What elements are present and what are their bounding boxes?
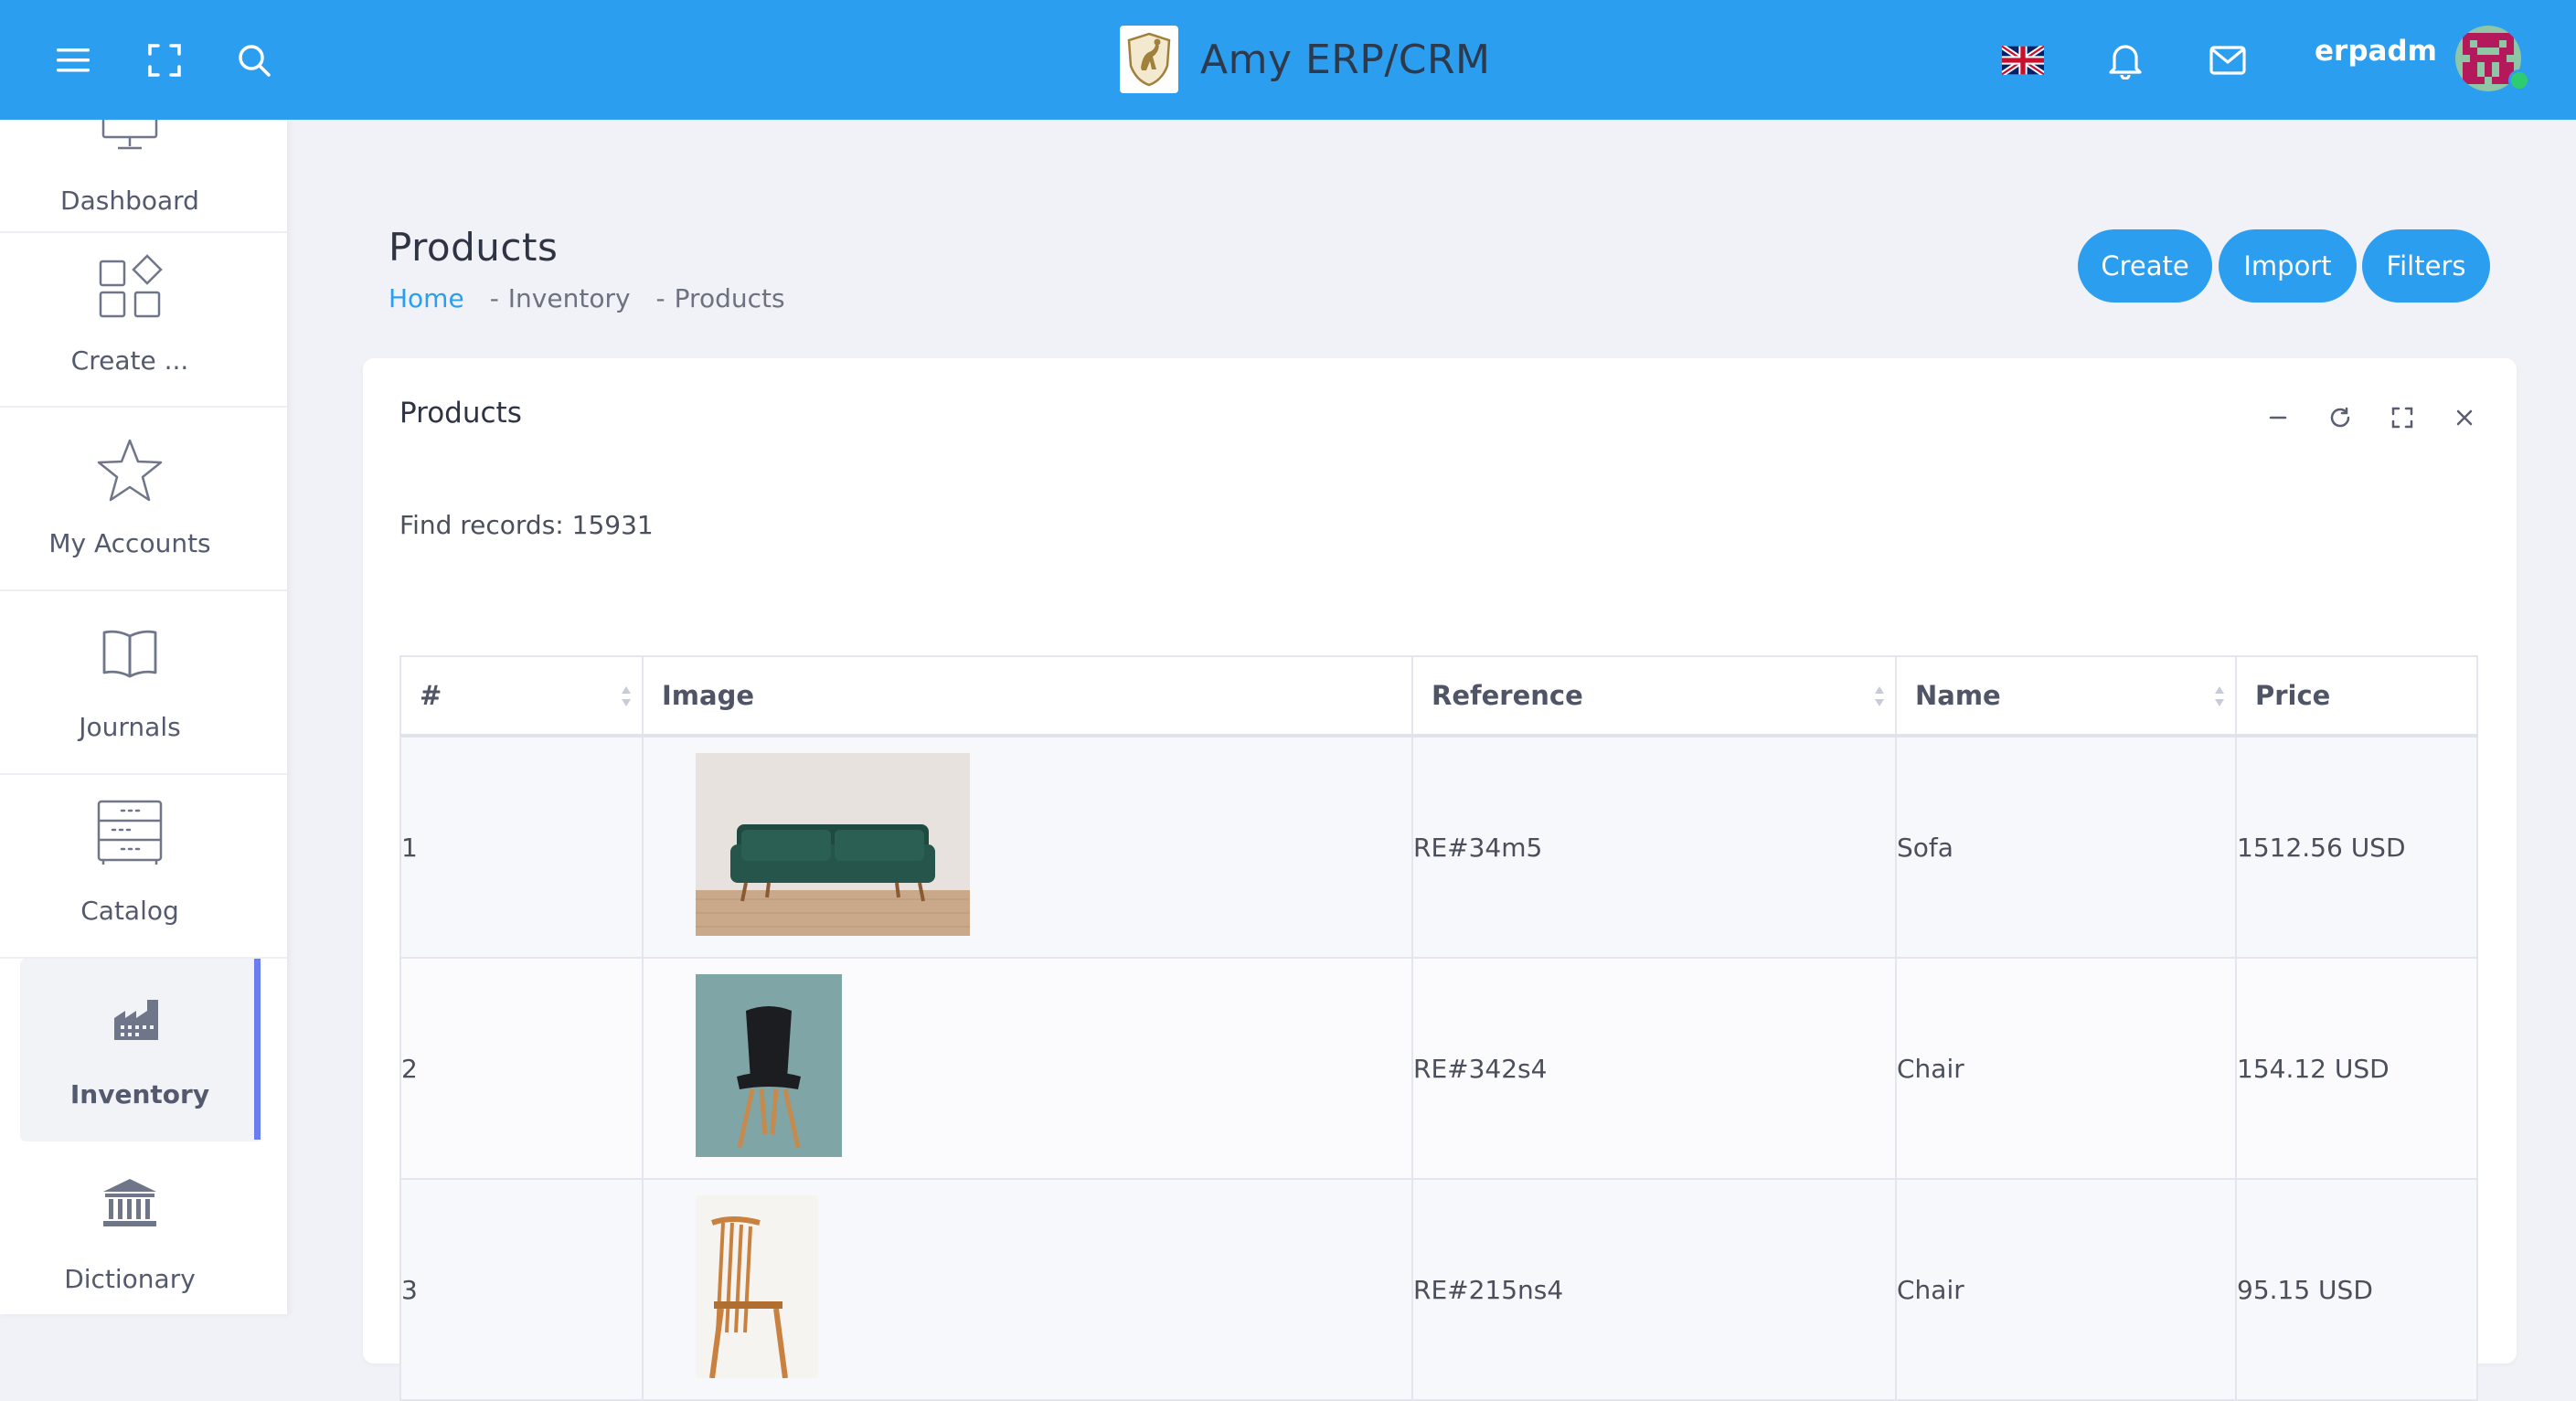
menu-icon[interactable] <box>46 33 101 88</box>
sidebar-item-label: Inventory <box>69 1079 210 1109</box>
cell-name: Chair <box>1895 1178 2237 1401</box>
monitor-icon <box>93 120 166 162</box>
sidebar-item-label: My Accounts <box>48 528 211 558</box>
brand[interactable]: Amy ERP/CRM <box>1120 25 1490 94</box>
sidebar-item-label: Journals <box>79 712 181 742</box>
breadcrumb-products: Products <box>674 283 785 313</box>
sidebar-item-label: Dictionary <box>64 1264 196 1294</box>
sidebar-item-inventory[interactable]: Inventory <box>20 959 260 1141</box>
cell-number: 2 <box>399 957 644 1180</box>
refresh-icon[interactable] <box>2326 404 2354 431</box>
username[interactable]: erpadm <box>2315 35 2437 68</box>
card-title: Products <box>399 397 522 430</box>
sidebar-active-indicator <box>254 959 261 1140</box>
table-row[interactable]: 2 RE#342s4 Chair 154.12 USD <box>399 957 2478 1180</box>
import-button[interactable]: Import <box>2219 229 2357 302</box>
breadcrumb: Home - Inventory - Products <box>389 283 785 313</box>
mail-icon[interactable] <box>2200 33 2255 88</box>
sidebar-item-catalog[interactable]: Catalog <box>0 774 287 959</box>
sidebar-item-my-accounts[interactable]: My Accounts <box>0 407 287 591</box>
expand-icon[interactable] <box>2389 404 2416 431</box>
star-icon <box>93 434 166 507</box>
book-icon <box>93 618 166 691</box>
sidebar-item-journals[interactable]: Journals <box>0 590 287 775</box>
breadcrumb-inventory[interactable]: Inventory <box>508 283 631 313</box>
black-chair-image[interactable] <box>696 973 1411 1163</box>
records-count: Find records: 15931 <box>399 510 654 540</box>
products-table: # Image Reference Name Price 1 RE#34m5 S… <box>399 655 2478 1401</box>
top-bar: Amy ERP/CRM erpadm <box>0 0 2576 120</box>
sidebar-item-label: Catalog <box>80 896 179 926</box>
card-tools <box>2264 404 2478 431</box>
grid-add-icon <box>93 250 166 324</box>
filters-button[interactable]: Filters <box>2362 229 2490 302</box>
sidebar-item-create[interactable]: Create ... <box>0 223 287 408</box>
fullscreen-icon[interactable] <box>137 33 192 88</box>
column-header-price[interactable]: Price <box>2235 655 2478 738</box>
factory-icon <box>101 982 174 1056</box>
cell-image <box>642 735 1413 959</box>
online-status-dot <box>2508 69 2530 91</box>
sidebar: Dashboard Create ... My Accounts Journal… <box>0 120 287 1314</box>
breadcrumb-home[interactable]: Home <box>389 283 464 313</box>
cell-reference: RE#342s4 <box>1411 957 1897 1180</box>
brand-name: Amy ERP/CRM <box>1200 36 1491 83</box>
column-header-number[interactable]: # <box>399 655 644 738</box>
column-header-name[interactable]: Name <box>1895 655 2237 738</box>
create-button[interactable]: Create <box>2078 229 2212 302</box>
column-header-image: Image <box>642 655 1413 738</box>
cell-price: 1512.56 USD <box>2235 735 2478 959</box>
table-row[interactable]: 1 RE#34m5 Sofa 1512.56 USD <box>399 735 2478 959</box>
cell-name: Chair <box>1895 957 2237 1180</box>
cell-price: 154.12 USD <box>2235 957 2478 1180</box>
sort-icon[interactable] <box>620 685 633 708</box>
cell-price: 95.15 USD <box>2235 1178 2478 1401</box>
bank-icon <box>93 1166 166 1239</box>
sidebar-item-label: Dashboard <box>60 186 199 216</box>
page-title: Products <box>389 225 559 270</box>
cell-name: Sofa <box>1895 735 2237 959</box>
cell-image <box>642 1178 1413 1401</box>
table-header-row: # Image Reference Name Price <box>399 655 2478 738</box>
wooden-chair-image[interactable] <box>696 1194 1411 1385</box>
catalog-icon <box>93 796 166 869</box>
column-header-reference[interactable]: Reference <box>1411 655 1897 738</box>
sidebar-item-dictionary[interactable]: Dictionary <box>0 1142 287 1314</box>
brand-logo <box>1120 26 1178 93</box>
cell-reference: RE#34m5 <box>1411 735 1897 959</box>
minimize-icon[interactable] <box>2264 404 2292 431</box>
close-icon[interactable] <box>2451 404 2478 431</box>
cell-number: 1 <box>399 735 644 959</box>
cell-image <box>642 957 1413 1180</box>
uk-flag-icon[interactable] <box>1996 33 2050 88</box>
sidebar-item-label: Create ... <box>70 345 189 376</box>
products-card: Products Find records: 15931 # Image Ref… <box>363 358 2517 1401</box>
breadcrumb-separator: - <box>489 283 499 313</box>
cell-number: 3 <box>399 1178 644 1401</box>
bell-icon[interactable] <box>2098 33 2153 88</box>
sidebar-item-dashboard[interactable]: Dashboard <box>0 120 287 233</box>
breadcrumb-separator: - <box>655 283 665 313</box>
sort-icon[interactable] <box>2213 685 2226 708</box>
sort-icon[interactable] <box>1873 685 1886 708</box>
green-sofa-image[interactable] <box>696 752 1411 942</box>
cell-reference: RE#215ns4 <box>1411 1178 1897 1401</box>
search-icon[interactable] <box>227 33 282 88</box>
table-row[interactable]: 3 RE#215ns4 Chair 95.15 USD <box>399 1178 2478 1401</box>
